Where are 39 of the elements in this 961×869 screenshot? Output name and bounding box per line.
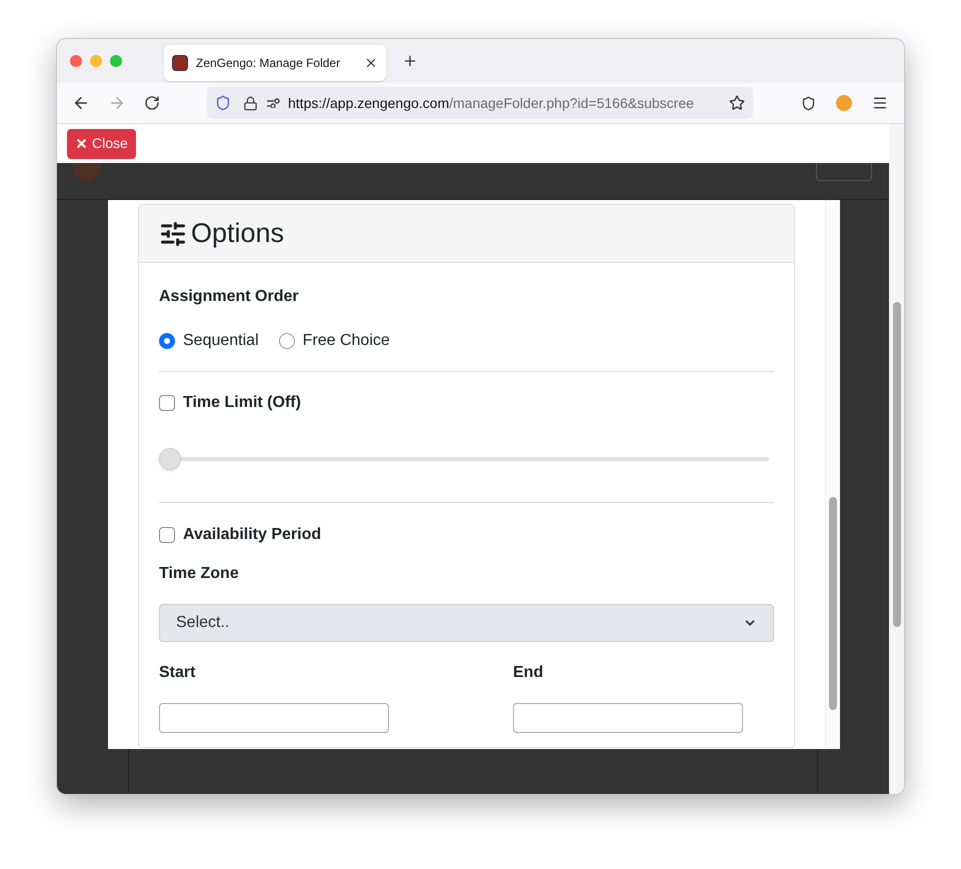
start-field[interactable] — [159, 703, 389, 733]
section-label: Assignment Order — [159, 287, 300, 307]
bookmark-star-icon[interactable] — [729, 95, 745, 111]
close-icon — [75, 137, 88, 150]
permissions-icon[interactable] — [266, 98, 280, 108]
page-scrollbar[interactable] — [889, 124, 904, 794]
back-icon[interactable] — [72, 94, 90, 112]
time-zone-select[interactable]: Select.. — [159, 604, 774, 642]
checkbox[interactable] — [159, 395, 175, 411]
checkbox[interactable] — [159, 527, 175, 543]
checkbox-label: Time Limit (Off) — [183, 393, 301, 413]
modal-scrollbar[interactable] — [825, 200, 840, 749]
radio-option[interactable]: Free Choice — [278, 329, 390, 353]
browser-tab[interactable]: ZenGengo: Manage Folder — [164, 45, 386, 81]
menu-icon[interactable] — [872, 95, 888, 111]
close-button[interactable]: Close — [67, 128, 136, 158]
card-title: Options — [191, 217, 284, 250]
field-label: Start — [159, 663, 196, 683]
field-label: End — [513, 663, 544, 683]
menu-toggle-button[interactable] — [816, 163, 872, 181]
lock-icon[interactable] — [243, 96, 258, 110]
close-tab-icon[interactable] — [364, 56, 378, 70]
field-label: Time Zone — [159, 564, 240, 584]
site-logo-icon — [172, 55, 188, 71]
reload-icon[interactable] — [144, 95, 160, 111]
forward-icon[interactable] — [108, 94, 126, 112]
sliders-icon — [159, 220, 187, 248]
radio-button[interactable] — [159, 333, 175, 349]
radio-option[interactable]: Sequential — [159, 329, 259, 353]
new-tab-icon[interactable] — [402, 53, 418, 69]
radio-button[interactable] — [278, 333, 295, 349]
address-bar[interactable]: https://app.zengengo.com/manageFolder.php?id=5166&subscree — [207, 87, 753, 119]
shield-icon[interactable] — [215, 95, 231, 111]
slider-thumb[interactable] — [159, 448, 181, 470]
extension-icon[interactable] — [836, 95, 852, 111]
checkbox-label: Availability Period — [183, 525, 322, 545]
close-window-icon[interactable] — [70, 55, 82, 67]
zoom-window-icon[interactable] — [110, 55, 122, 67]
end-field[interactable] — [513, 703, 743, 733]
